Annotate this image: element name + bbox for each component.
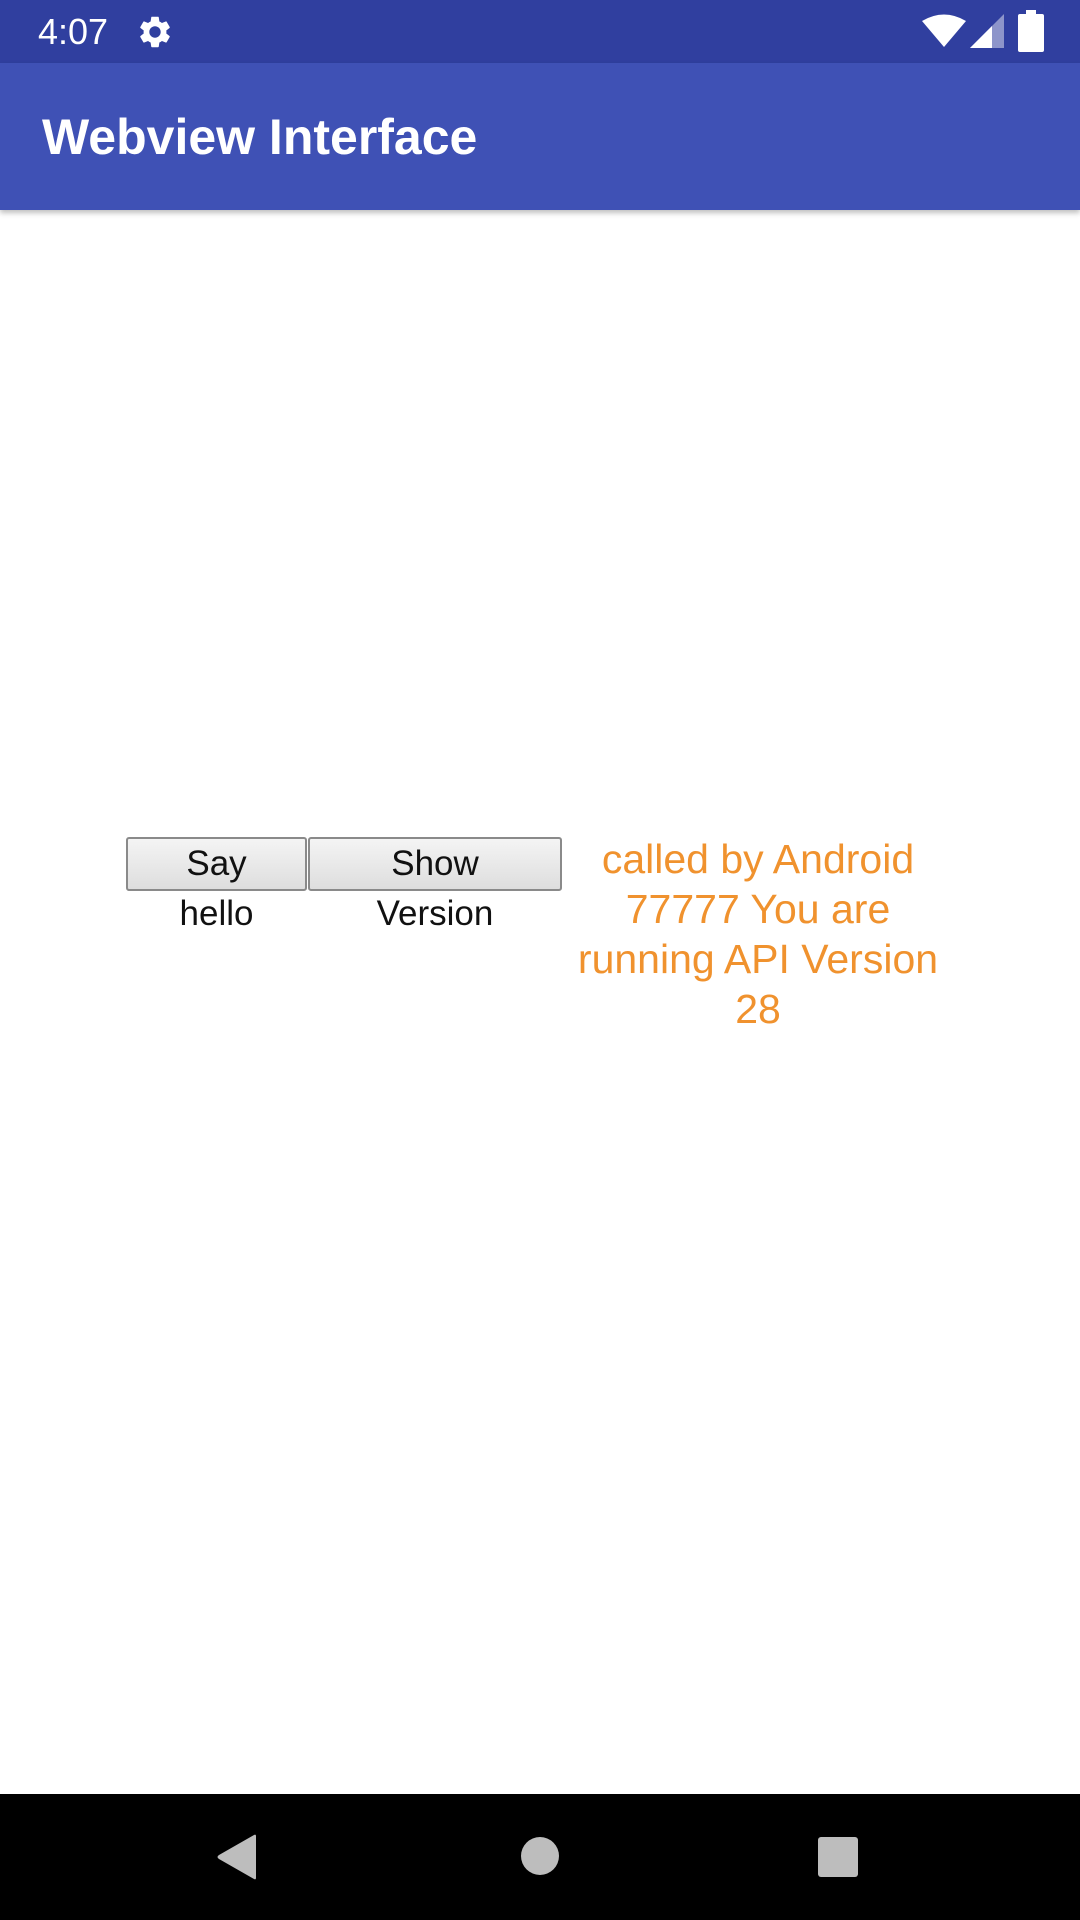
- app-title: Webview Interface: [42, 109, 478, 165]
- status-time: 4:07: [38, 11, 109, 52]
- signal-icon: [970, 14, 1004, 48]
- settings-icon: [140, 16, 170, 48]
- battery-icon: [1018, 10, 1044, 52]
- button-row: Say hello Show Version: [126, 837, 562, 933]
- wifi-icon: [922, 14, 966, 47]
- show-version-button[interactable]: Show Version: [308, 837, 562, 933]
- recents-icon[interactable]: [818, 1837, 858, 1877]
- navigation-bar: [0, 1794, 1080, 1920]
- output-text: called by Android 77777 You are running …: [577, 836, 939, 1032]
- app-bar: Webview Interface: [0, 63, 1080, 210]
- status-bar: 4:07: [0, 0, 1080, 63]
- back-icon[interactable]: [216, 1834, 258, 1880]
- say-hello-button[interactable]: Say hello: [126, 837, 307, 933]
- home-icon[interactable]: [520, 1836, 560, 1876]
- webview-content: Say hello Show Version called by Android…: [0, 210, 1080, 1794]
